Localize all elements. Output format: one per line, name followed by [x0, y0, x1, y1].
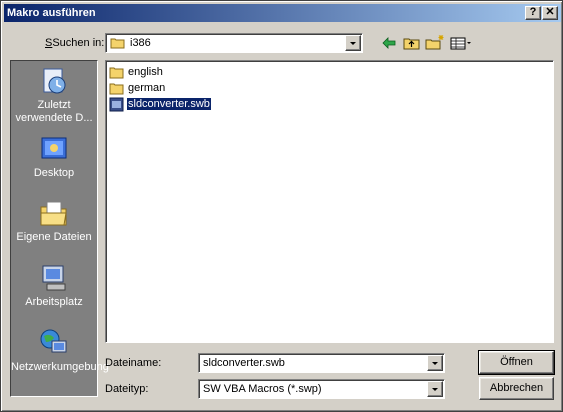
view-menu-icon[interactable] [448, 34, 474, 52]
place-mycomputer-label: Arbeitsplatz [25, 296, 83, 308]
place-recent[interactable]: Zuletzt verwendete D... [11, 65, 97, 125]
recent-documents-icon [43, 68, 66, 94]
lookin-dropdown-arrow[interactable] [345, 35, 361, 51]
filetype-dropdown-arrow[interactable] [427, 381, 443, 397]
close-button[interactable]: ✕ [542, 6, 558, 20]
lookin-label-text: Suchen in: [52, 37, 105, 49]
dialog-window: Makro ausführen ? ✕ SSuchen in: i386 Zul… [0, 0, 563, 412]
place-network[interactable]: Netzwerkumgebung [11, 327, 109, 374]
cancel-button[interactable]: Abbrechen [479, 377, 554, 400]
place-mycomputer[interactable]: Arbeitsplatz [11, 262, 97, 309]
lookin-label: SSuchen in: [45, 37, 105, 49]
my-computer-icon [42, 265, 66, 291]
folder-icon [109, 67, 124, 79]
network-icon [40, 329, 67, 353]
file-name: german [128, 82, 166, 94]
filename-value: sldconverter.swb [203, 357, 285, 369]
my-documents-icon [40, 201, 67, 226]
lookin-combo[interactable]: i386 [105, 33, 363, 53]
folder-icon [109, 83, 124, 95]
open-button[interactable]: Öffnen [478, 350, 555, 375]
place-mydocuments[interactable]: Eigene Dateien [11, 197, 97, 244]
desktop-icon [41, 137, 67, 159]
file-name: english [128, 66, 163, 78]
folder-icon [110, 38, 125, 49]
place-desktop[interactable]: Desktop [11, 133, 97, 180]
place-mydocuments-label: Eigene Dateien [16, 231, 92, 243]
file-name: sldconverter.swb [126, 97, 212, 111]
place-recent-label: Zuletzt verwendete D... [15, 99, 93, 124]
filename-input[interactable]: sldconverter.swb [198, 353, 445, 373]
up-folder-icon[interactable] [401, 34, 423, 52]
filename-dropdown-arrow[interactable] [427, 355, 443, 371]
new-folder-icon[interactable] [424, 34, 446, 52]
title-bar[interactable]: Makro ausführen ? ✕ [4, 4, 561, 22]
list-item-selected[interactable]: sldconverter.swb [109, 97, 212, 112]
place-desktop-label: Desktop [33, 167, 75, 179]
window-title: Makro ausführen [7, 7, 96, 19]
places-bar: Zuletzt verwendete D... Desktop Eigene D… [10, 60, 109, 397]
file-list[interactable]: english german sldconverter.swb [105, 60, 554, 343]
help-button[interactable]: ? [525, 6, 541, 20]
place-network-label: Netzwerkumgebung [11, 361, 109, 373]
back-icon[interactable] [378, 34, 400, 52]
lookin-value: i386 [130, 37, 151, 49]
list-item[interactable]: english [109, 65, 164, 80]
filetype-value: SW VBA Macros (*.swp) [203, 383, 322, 395]
macro-file-icon [109, 97, 124, 112]
filename-label: Dateiname: [105, 357, 162, 369]
filetype-select[interactable]: SW VBA Macros (*.swp) [198, 379, 445, 399]
filetype-label: Dateityp: [105, 383, 149, 395]
list-item[interactable]: german [109, 81, 166, 96]
